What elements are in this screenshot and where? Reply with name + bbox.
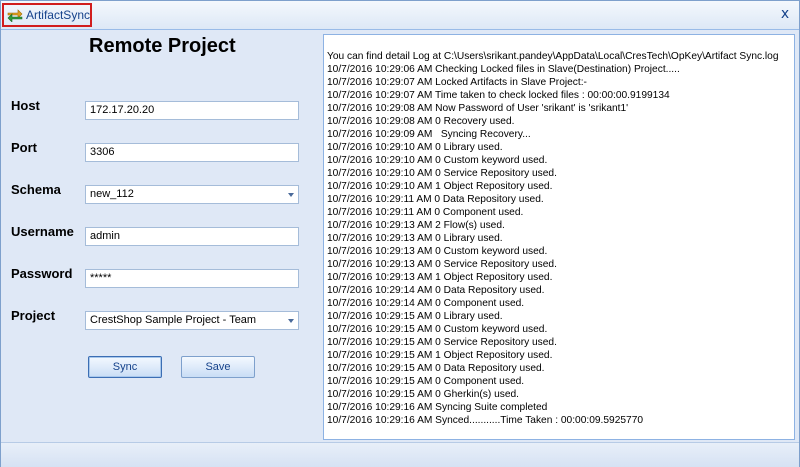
username-input[interactable]: admin bbox=[85, 227, 299, 246]
log-line: 10/7/2016 10:29:16 AM Syncing Suite comp… bbox=[327, 402, 548, 413]
username-label: Username bbox=[11, 224, 74, 239]
artifact-sync-window: ArtifactSync x Remote Project Host 172.1… bbox=[0, 0, 800, 467]
status-footer bbox=[1, 442, 799, 467]
log-line: 10/7/2016 10:29:13 AM 2 Flow(s) used. bbox=[327, 220, 505, 231]
log-line: 10/7/2016 10:29:10 AM 0 Custom keyword u… bbox=[327, 155, 548, 166]
log-line: 10/7/2016 10:29:15 AM 0 Library used. bbox=[327, 311, 503, 322]
form-heading: Remote Project bbox=[89, 35, 236, 57]
chevron-down-icon[interactable] bbox=[288, 319, 294, 323]
password-label: Password bbox=[11, 266, 73, 281]
schema-selected-value: new_112 bbox=[90, 188, 134, 200]
log-line: 10/7/2016 10:29:16 AM Synced...........T… bbox=[327, 415, 644, 426]
log-line: 10/7/2016 10:29:07 AM Time taken to chec… bbox=[327, 90, 670, 101]
log-line: 10/7/2016 10:29:10 AM 1 Object Repositor… bbox=[327, 181, 553, 192]
host-label: Host bbox=[11, 98, 40, 113]
log-line: 10/7/2016 10:29:13 AM 0 Library used. bbox=[327, 233, 503, 244]
title-bar: ArtifactSync x bbox=[1, 1, 799, 30]
log-line: 10/7/2016 10:29:13 AM 0 Custom keyword u… bbox=[327, 246, 548, 257]
log-line: 10/7/2016 10:29:06 AM Checking Locked fi… bbox=[327, 64, 680, 75]
window-title: ArtifactSync bbox=[25, 8, 90, 22]
log-line: 10/7/2016 10:29:07 AM Locked Artifacts i… bbox=[327, 77, 587, 88]
log-line: 10/7/2016 10:29:15 AM 0 Service Reposito… bbox=[327, 337, 557, 348]
log-line: 10/7/2016 10:29:15 AM 0 Custom keyword u… bbox=[327, 324, 548, 335]
sync-button[interactable]: Sync bbox=[88, 356, 162, 378]
log-line: 10/7/2016 10:29:15 AM 0 Gherkin(s) used. bbox=[327, 389, 519, 400]
close-button[interactable]: x bbox=[777, 6, 793, 22]
port-label: Port bbox=[11, 140, 37, 155]
log-line: You can find detail Log at C:\Users\srik… bbox=[327, 51, 779, 62]
project-label: Project bbox=[11, 308, 56, 323]
project-selected-value: CrestShop Sample Project - Team bbox=[90, 314, 257, 326]
log-line: 10/7/2016 10:29:08 AM 0 Recovery used. bbox=[327, 116, 515, 127]
log-line: 10/7/2016 10:29:14 AM 0 Component used. bbox=[327, 298, 525, 309]
log-line: 10/7/2016 10:29:13 AM 0 Service Reposito… bbox=[327, 259, 557, 270]
log-line: 10/7/2016 10:29:11 AM 0 Data Repository … bbox=[327, 194, 544, 205]
project-dropdown[interactable]: CrestShop Sample Project - Team bbox=[85, 311, 299, 330]
schema-label: Schema bbox=[11, 182, 61, 197]
sync-log-panel[interactable]: You can find detail Log at C:\Users\srik… bbox=[323, 34, 795, 440]
host-input[interactable]: 172.17.20.20 bbox=[85, 101, 299, 120]
log-line: 10/7/2016 10:29:15 AM 0 Data Repository … bbox=[327, 363, 545, 374]
sync-arrows-icon bbox=[7, 9, 23, 22]
title-highlight-box: ArtifactSync bbox=[2, 3, 92, 27]
log-line: 10/7/2016 10:29:10 AM 0 Service Reposito… bbox=[327, 168, 557, 179]
save-button[interactable]: Save bbox=[181, 356, 255, 378]
log-line: 10/7/2016 10:29:15 AM 1 Object Repositor… bbox=[327, 350, 553, 361]
log-line: 10/7/2016 10:29:15 AM 0 Component used. bbox=[327, 376, 525, 387]
log-line: 10/7/2016 10:29:10 AM 0 Library used. bbox=[327, 142, 503, 153]
password-input[interactable]: ***** bbox=[85, 269, 299, 288]
log-line: 10/7/2016 10:29:14 AM 0 Data Repository … bbox=[327, 285, 545, 296]
log-line: 10/7/2016 10:29:11 AM 0 Component used. bbox=[327, 207, 524, 218]
chevron-down-icon[interactable] bbox=[288, 193, 294, 197]
log-line: 10/7/2016 10:29:13 AM 1 Object Repositor… bbox=[327, 272, 553, 283]
log-line: 10/7/2016 10:29:09 AM Syncing Recovery..… bbox=[327, 129, 531, 140]
schema-dropdown[interactable]: new_112 bbox=[85, 185, 299, 204]
remote-project-form: Remote Project Host 172.17.20.20 Port 33… bbox=[1, 30, 321, 440]
log-line: 10/7/2016 10:29:08 AM Now Password of Us… bbox=[327, 103, 629, 114]
port-input[interactable]: 3306 bbox=[85, 143, 299, 162]
